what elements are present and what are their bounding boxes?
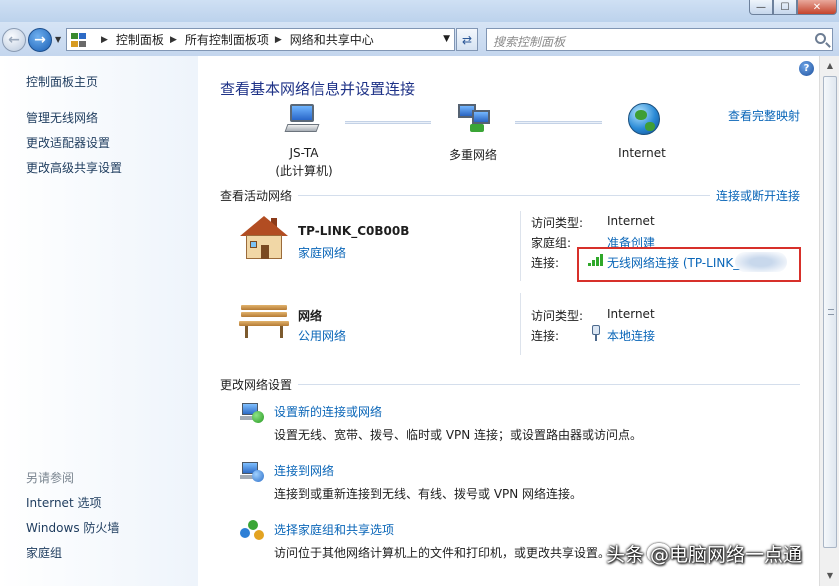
breadcrumb-arrow-icon[interactable]: ▶ — [275, 35, 282, 45]
breadcrumb: ▶ 控制面板 ▶ 所有控制面板项 ▶ 网络和共享中心 — [95, 31, 374, 48]
section-divider — [298, 384, 800, 385]
scroll-down-icon[interactable]: ▼ — [822, 568, 838, 584]
multiple-networks-icon — [458, 104, 492, 136]
scroll-up-icon[interactable]: ▲ — [822, 58, 838, 74]
home-network-icon[interactable] — [240, 216, 288, 262]
refresh-button[interactable]: ⇄ — [456, 28, 478, 51]
vertical-scrollbar[interactable]: ▲ ▼ — [819, 56, 839, 586]
access-type-label: 访问类型: — [531, 216, 584, 230]
breadcrumb-item-all-items[interactable]: 所有控制面板项 — [185, 31, 269, 48]
address-dropdown-icon[interactable]: ▼ — [443, 34, 450, 44]
internet-label: Internet — [618, 146, 666, 160]
computer-icon — [284, 104, 320, 136]
breadcrumb-arrow-icon[interactable]: ▶ — [101, 35, 108, 45]
task-link-new-connection[interactable]: 设置新的连接或网络 — [274, 403, 382, 420]
close-button[interactable]: ✕ — [797, 0, 837, 15]
sidebar-link-adapter-settings[interactable]: 更改适配器设置 — [26, 134, 110, 151]
search-icon[interactable] — [815, 33, 826, 44]
sidebar-link-manage-wireless[interactable]: 管理无线网络 — [26, 109, 98, 126]
change-settings-heading: 更改网络设置 — [220, 378, 293, 392]
sidebar-link-internet-options[interactable]: Internet 选项 — [26, 494, 101, 511]
address-bar[interactable]: ▶ 控制面板 ▶ 所有控制面板项 ▶ 网络和共享中心 ▼ — [66, 28, 455, 51]
computer-subtitle: (此计算机) — [275, 164, 333, 178]
connection-label: 连接: — [531, 329, 560, 343]
homegroup-label: 家庭组: — [531, 236, 572, 250]
internet-globe-icon — [628, 103, 660, 135]
task-description: 访问位于其他网络计算机上的文件和打印机，或更改共享设置。 — [274, 546, 611, 560]
search-input[interactable]: 搜索控制面板 — [486, 28, 833, 51]
connect-network-icon — [240, 462, 264, 484]
network-type-link[interactable]: 公用网络 — [298, 327, 346, 344]
access-type-value: Internet — [607, 307, 655, 321]
forward-button[interactable]: → — [28, 28, 52, 52]
new-connection-icon — [240, 403, 264, 425]
task-link-homegroup[interactable]: 选择家庭组和共享选项 — [274, 521, 394, 538]
left-task-pane: 控制面板主页 管理无线网络 更改适配器设置 更改高级共享设置 另请参阅 Inte… — [0, 56, 198, 586]
view-full-map-link[interactable]: 查看完整映射 — [728, 107, 800, 124]
task-description: 连接到或重新连接到无线、有线、拨号或 VPN 网络连接。 — [274, 487, 583, 501]
network-name: TP-LINK_C0B00B — [298, 224, 410, 238]
sidebar-link-homegroup[interactable]: 家庭组 — [26, 544, 62, 561]
access-type-label: 访问类型: — [531, 309, 584, 323]
breadcrumb-arrow-icon[interactable]: ▶ — [170, 35, 177, 45]
network-divider — [520, 293, 521, 355]
ethernet-plug-icon — [591, 325, 601, 341]
highlight-box — [577, 247, 801, 282]
map-connector-line — [345, 121, 431, 124]
search-placeholder: 搜索控制面板 — [493, 35, 566, 49]
map-connector-line — [515, 121, 602, 124]
multiple-networks-label: 多重网络 — [448, 148, 497, 162]
address-toolbar: ← → ▼ ▶ 控制面板 ▶ 所有控制面板项 ▶ 网络和共享中心 ▼ ⇄ 搜索控… — [0, 22, 839, 56]
active-networks-heading: 查看活动网络 — [220, 189, 293, 203]
network-name: 网络 — [298, 309, 323, 323]
network-divider — [520, 211, 521, 281]
watermark-text: 头条 @电脑网络一点通 — [606, 544, 803, 566]
minimize-button[interactable]: — — [749, 0, 773, 15]
page-title: 查看基本网络信息并设置连接 — [220, 80, 416, 98]
connect-disconnect-link[interactable]: 连接或断开连接 — [716, 187, 800, 204]
network-type-link[interactable]: 家庭网络 — [298, 244, 346, 261]
scrollbar-thumb[interactable] — [823, 76, 837, 548]
breadcrumb-item-control-panel[interactable]: 控制面板 — [116, 31, 164, 48]
sidebar-link-control-panel-home[interactable]: 控制面板主页 — [26, 73, 98, 90]
homegroup-icon — [240, 520, 266, 542]
breadcrumb-item-network-center[interactable]: 网络和共享中心 — [290, 31, 374, 48]
sidebar-link-windows-firewall[interactable]: Windows 防火墙 — [26, 519, 119, 536]
connection-label: 连接: — [531, 256, 560, 270]
help-icon[interactable]: ? — [799, 61, 814, 76]
window-controls: — ☐ ✕ — [749, 0, 837, 15]
maximize-button[interactable]: ☐ — [773, 0, 797, 15]
computer-name: JS-TA — [289, 146, 319, 160]
control-panel-icon — [71, 32, 89, 48]
recent-pages-dropdown-icon[interactable]: ▼ — [55, 35, 61, 44]
task-description: 设置无线、宽带、拨号、临时或 VPN 连接；或设置路由器或访问点。 — [274, 428, 643, 442]
title-bar: — ☐ ✕ — [0, 0, 839, 22]
section-divider — [298, 195, 710, 196]
back-button[interactable]: ← — [2, 28, 26, 52]
local-connection-link[interactable]: 本地连接 — [607, 327, 655, 344]
sidebar-link-advanced-sharing[interactable]: 更改高级共享设置 — [26, 159, 122, 176]
see-also-heading: 另请参阅 — [26, 471, 75, 485]
public-network-icon[interactable] — [239, 303, 289, 341]
task-link-connect[interactable]: 连接到网络 — [274, 462, 334, 479]
access-type-value: Internet — [607, 214, 655, 228]
